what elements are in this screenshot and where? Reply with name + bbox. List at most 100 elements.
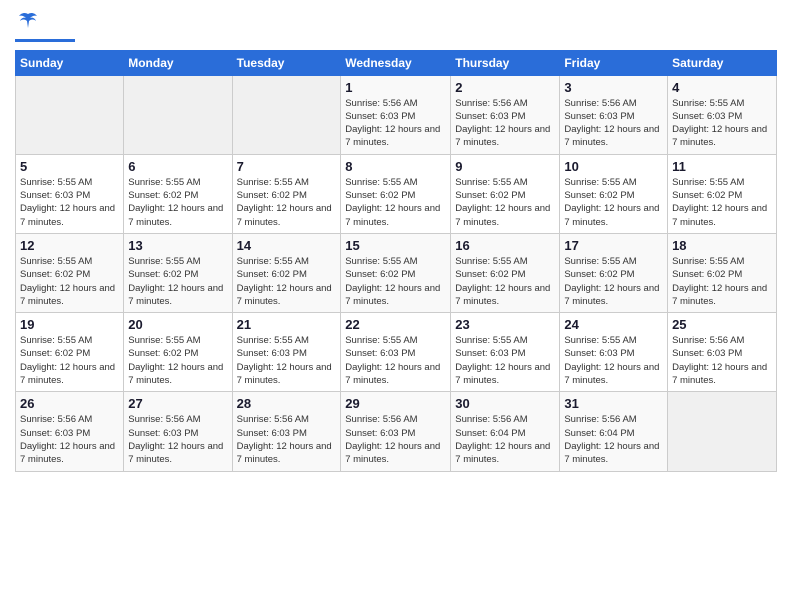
day-info: Sunrise: 5:55 AM Sunset: 6:02 PM Dayligh… xyxy=(237,176,337,229)
calendar-cell: 3 Sunrise: 5:56 AM Sunset: 6:03 PM Daylig… xyxy=(560,75,668,154)
day-info: Sunrise: 5:55 AM Sunset: 6:02 PM Dayligh… xyxy=(128,334,227,387)
calendar-cell: 2 Sunrise: 5:56 AM Sunset: 6:03 PM Daylig… xyxy=(451,75,560,154)
calendar-cell: 10 Sunrise: 5:55 AM Sunset: 6:02 PM Dayli… xyxy=(560,154,668,233)
day-info: Sunrise: 5:55 AM Sunset: 6:02 PM Dayligh… xyxy=(345,255,446,308)
day-number: 6 xyxy=(128,159,227,174)
day-number: 9 xyxy=(455,159,555,174)
calendar-cell: 24 Sunrise: 5:55 AM Sunset: 6:03 PM Dayli… xyxy=(560,313,668,392)
calendar-cell xyxy=(232,75,341,154)
day-info: Sunrise: 5:55 AM Sunset: 6:03 PM Dayligh… xyxy=(564,334,663,387)
calendar-header-row: SundayMondayTuesdayWednesdayThursdayFrid… xyxy=(16,50,777,75)
calendar-week-2: 5 Sunrise: 5:55 AM Sunset: 6:03 PM Daylig… xyxy=(16,154,777,233)
day-number: 13 xyxy=(128,238,227,253)
calendar-cell: 6Sunrise: 5:55 AM Sunset: 6:02 PM Daylig… xyxy=(124,154,232,233)
day-info: Sunrise: 5:56 AM Sunset: 6:04 PM Dayligh… xyxy=(455,413,555,466)
day-number: 15 xyxy=(345,238,446,253)
calendar-cell xyxy=(16,75,124,154)
day-number: 2 xyxy=(455,80,555,95)
day-info: Sunrise: 5:56 AM Sunset: 6:04 PM Dayligh… xyxy=(564,413,663,466)
day-number: 20 xyxy=(128,317,227,332)
day-number: 17 xyxy=(564,238,663,253)
calendar-cell: 22 Sunrise: 5:55 AM Sunset: 6:03 PM Dayli… xyxy=(341,313,451,392)
calendar-cell: 20 Sunrise: 5:55 AM Sunset: 6:02 PM Dayli… xyxy=(124,313,232,392)
column-header-tuesday: Tuesday xyxy=(232,50,341,75)
day-number: 27 xyxy=(128,396,227,411)
day-info: Sunrise: 5:56 AM Sunset: 6:03 PM Dayligh… xyxy=(564,97,663,150)
calendar-cell: 11Sunrise: 5:55 AM Sunset: 6:02 PM Dayli… xyxy=(668,154,777,233)
day-number: 18 xyxy=(672,238,772,253)
calendar-cell: 28 Sunrise: 5:56 AM Sunset: 6:03 PM Dayli… xyxy=(232,392,341,471)
calendar-cell: 25 Sunrise: 5:56 AM Sunset: 6:03 PM Dayli… xyxy=(668,313,777,392)
day-info: Sunrise: 5:55 AM Sunset: 6:02 PM Dayligh… xyxy=(20,255,119,308)
page-header xyxy=(15,10,777,42)
day-info: Sunrise: 5:55 AM Sunset: 6:02 PM Dayligh… xyxy=(455,176,555,229)
column-header-wednesday: Wednesday xyxy=(341,50,451,75)
calendar-cell xyxy=(668,392,777,471)
day-number: 8 xyxy=(345,159,446,174)
day-info: Sunrise: 5:55 AM Sunset: 6:02 PM Dayligh… xyxy=(237,255,337,308)
calendar-cell: 19 Sunrise: 5:55 AM Sunset: 6:02 PM Dayli… xyxy=(16,313,124,392)
calendar-cell: 31 Sunrise: 5:56 AM Sunset: 6:04 PM Dayli… xyxy=(560,392,668,471)
day-info: Sunrise: 5:55 AM Sunset: 6:03 PM Dayligh… xyxy=(455,334,555,387)
column-header-thursday: Thursday xyxy=(451,50,560,75)
calendar-cell: 29Sunrise: 5:56 AM Sunset: 6:03 PM Dayli… xyxy=(341,392,451,471)
day-number: 10 xyxy=(564,159,663,174)
day-info: Sunrise: 5:55 AM Sunset: 6:02 PM Dayligh… xyxy=(672,255,772,308)
column-header-monday: Monday xyxy=(124,50,232,75)
calendar-cell: 1 Sunrise: 5:56 AM Sunset: 6:03 PM Daylig… xyxy=(341,75,451,154)
calendar-cell: 15 Sunrise: 5:55 AM Sunset: 6:02 PM Dayli… xyxy=(341,233,451,312)
calendar-cell: 8Sunrise: 5:55 AM Sunset: 6:02 PM Daylig… xyxy=(341,154,451,233)
day-number: 21 xyxy=(237,317,337,332)
day-number: 7 xyxy=(237,159,337,174)
day-info: Sunrise: 5:56 AM Sunset: 6:03 PM Dayligh… xyxy=(345,413,446,466)
calendar-cell: 18 Sunrise: 5:55 AM Sunset: 6:02 PM Dayli… xyxy=(668,233,777,312)
calendar-cell: 17 Sunrise: 5:55 AM Sunset: 6:02 PM Dayli… xyxy=(560,233,668,312)
logo xyxy=(15,10,75,42)
day-number: 4 xyxy=(672,80,772,95)
day-number: 19 xyxy=(20,317,119,332)
day-info: Sunrise: 5:56 AM Sunset: 6:03 PM Dayligh… xyxy=(237,413,337,466)
column-header-saturday: Saturday xyxy=(668,50,777,75)
day-info: Sunrise: 5:56 AM Sunset: 6:03 PM Dayligh… xyxy=(672,334,772,387)
calendar-cell: 30 Sunrise: 5:56 AM Sunset: 6:04 PM Dayli… xyxy=(451,392,560,471)
calendar-cell: 23 Sunrise: 5:55 AM Sunset: 6:03 PM Dayli… xyxy=(451,313,560,392)
day-number: 30 xyxy=(455,396,555,411)
calendar-week-1: 1 Sunrise: 5:56 AM Sunset: 6:03 PM Daylig… xyxy=(16,75,777,154)
day-number: 5 xyxy=(20,159,119,174)
day-number: 1 xyxy=(345,80,446,95)
day-number: 23 xyxy=(455,317,555,332)
day-info: Sunrise: 5:55 AM Sunset: 6:02 PM Dayligh… xyxy=(20,334,119,387)
day-info: Sunrise: 5:56 AM Sunset: 6:03 PM Dayligh… xyxy=(128,413,227,466)
day-info: Sunrise: 5:55 AM Sunset: 6:02 PM Dayligh… xyxy=(128,255,227,308)
calendar-cell: 13 Sunrise: 5:55 AM Sunset: 6:02 PM Dayli… xyxy=(124,233,232,312)
column-header-friday: Friday xyxy=(560,50,668,75)
calendar-cell: 7 Sunrise: 5:55 AM Sunset: 6:02 PM Daylig… xyxy=(232,154,341,233)
day-info: Sunrise: 5:55 AM Sunset: 6:03 PM Dayligh… xyxy=(345,334,446,387)
calendar-cell: 5 Sunrise: 5:55 AM Sunset: 6:03 PM Daylig… xyxy=(16,154,124,233)
day-info: Sunrise: 5:56 AM Sunset: 6:03 PM Dayligh… xyxy=(345,97,446,150)
calendar-cell: 12Sunrise: 5:55 AM Sunset: 6:02 PM Dayli… xyxy=(16,233,124,312)
day-number: 16 xyxy=(455,238,555,253)
calendar-week-3: 12Sunrise: 5:55 AM Sunset: 6:02 PM Dayli… xyxy=(16,233,777,312)
day-number: 3 xyxy=(564,80,663,95)
day-number: 28 xyxy=(237,396,337,411)
day-number: 14 xyxy=(237,238,337,253)
day-number: 26 xyxy=(20,396,119,411)
day-info: Sunrise: 5:55 AM Sunset: 6:02 PM Dayligh… xyxy=(564,176,663,229)
day-info: Sunrise: 5:55 AM Sunset: 6:03 PM Dayligh… xyxy=(672,97,772,150)
day-number: 22 xyxy=(345,317,446,332)
day-info: Sunrise: 5:55 AM Sunset: 6:02 PM Dayligh… xyxy=(564,255,663,308)
calendar-week-4: 19 Sunrise: 5:55 AM Sunset: 6:02 PM Dayli… xyxy=(16,313,777,392)
calendar-cell: 4 Sunrise: 5:55 AM Sunset: 6:03 PM Daylig… xyxy=(668,75,777,154)
day-info: Sunrise: 5:56 AM Sunset: 6:03 PM Dayligh… xyxy=(455,97,555,150)
day-number: 24 xyxy=(564,317,663,332)
calendar-cell: 9 Sunrise: 5:55 AM Sunset: 6:02 PM Daylig… xyxy=(451,154,560,233)
day-number: 31 xyxy=(564,396,663,411)
calendar-cell: 26 Sunrise: 5:56 AM Sunset: 6:03 PM Dayli… xyxy=(16,392,124,471)
day-number: 25 xyxy=(672,317,772,332)
day-info: Sunrise: 5:55 AM Sunset: 6:02 PM Dayligh… xyxy=(672,176,772,229)
calendar-week-5: 26 Sunrise: 5:56 AM Sunset: 6:03 PM Dayli… xyxy=(16,392,777,471)
day-info: Sunrise: 5:56 AM Sunset: 6:03 PM Dayligh… xyxy=(20,413,119,466)
logo-bird-icon xyxy=(17,10,39,32)
day-info: Sunrise: 5:55 AM Sunset: 6:03 PM Dayligh… xyxy=(20,176,119,229)
